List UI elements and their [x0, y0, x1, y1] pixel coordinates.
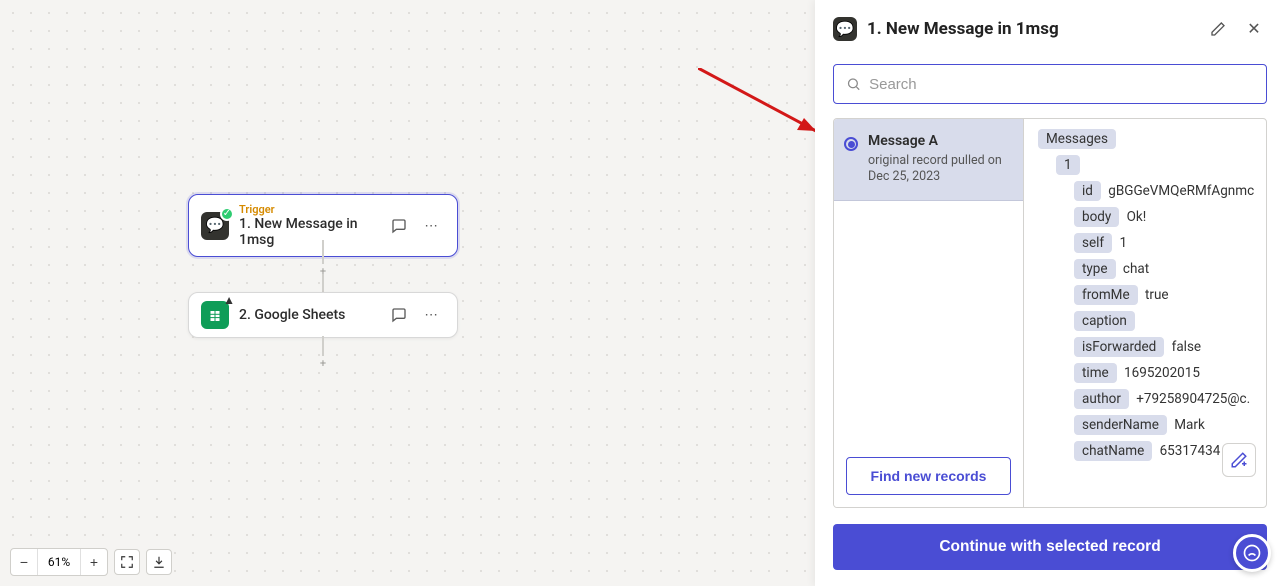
status-badge-ok: ✓: [220, 207, 234, 221]
data-value: 1: [1116, 235, 1127, 251]
step-details-panel: 💬 1. New Message in 1msg ✕ Message A ori…: [815, 0, 1285, 586]
help-fab[interactable]: [1233, 534, 1271, 572]
data-key: type: [1074, 259, 1116, 279]
node-text: 2. Google Sheets: [239, 307, 375, 323]
radio-selected-icon: [844, 137, 858, 151]
onemsg-icon: 💬 ✓: [201, 212, 229, 240]
search-input[interactable]: [869, 76, 1254, 93]
google-sheets-icon: ▲: [201, 301, 229, 329]
add-step-button[interactable]: +: [316, 356, 330, 370]
panel-header: 💬 1. New Message in 1msg ✕: [815, 0, 1285, 54]
connector-line: [322, 336, 324, 356]
data-value: 65317434: [1156, 443, 1220, 459]
node-title: 2. Google Sheets: [239, 307, 375, 323]
search-icon: [846, 76, 861, 92]
node-comment-button[interactable]: [385, 301, 413, 329]
search-container[interactable]: [833, 64, 1267, 104]
zoom-in-button[interactable]: +: [81, 549, 107, 575]
record-item[interactable]: Message A original record pulled on Dec …: [834, 119, 1023, 201]
workflow-node-sheets[interactable]: ▲ 2. Google Sheets ⋯: [188, 292, 458, 338]
node-trigger-label: Trigger: [239, 203, 375, 216]
records-list: Message A original record pulled on Dec …: [834, 119, 1024, 507]
data-key: fromMe: [1074, 285, 1138, 305]
data-key: isForwarded: [1074, 337, 1164, 357]
data-value: Ok!: [1123, 209, 1146, 225]
node-text: Trigger 1. New Message in 1msg: [239, 203, 375, 248]
node-title: 1. New Message in 1msg: [239, 216, 375, 248]
panel-title: 1. New Message in 1msg: [867, 19, 1195, 39]
continue-button[interactable]: Continue with selected record: [833, 524, 1267, 570]
record-subtitle: original record pulled on Dec 25, 2023: [868, 153, 1011, 186]
data-key: body: [1074, 207, 1119, 227]
data-key: id: [1074, 181, 1101, 201]
zoom-level-text: 61%: [37, 549, 81, 575]
download-button[interactable]: [146, 549, 172, 575]
onemsg-icon: 💬: [833, 17, 857, 41]
connector-line: [322, 274, 324, 294]
data-value: Mark: [1171, 417, 1205, 433]
status-badge-warning: ▲: [223, 293, 235, 307]
edit-button[interactable]: [1205, 16, 1231, 42]
data-key-root: Messages: [1038, 129, 1116, 149]
data-value: false: [1168, 339, 1201, 355]
data-value: +79258904725@c.: [1133, 391, 1250, 407]
data-key: author: [1074, 389, 1129, 409]
record-title: Message A: [868, 133, 1011, 149]
data-value: 1695202015: [1121, 365, 1200, 381]
connector-line: [322, 240, 324, 264]
data-key: time: [1074, 363, 1117, 383]
find-records-button[interactable]: Find new records: [846, 457, 1011, 495]
data-key: caption: [1074, 311, 1135, 331]
data-key: senderName: [1074, 415, 1167, 435]
data-value: gBGGeVMQeRMfAgnmc: [1105, 183, 1254, 199]
data-value: true: [1142, 287, 1169, 303]
zoom-out-button[interactable]: −: [11, 549, 37, 575]
node-menu-button[interactable]: ⋯: [417, 301, 445, 329]
data-key: chatName: [1074, 441, 1152, 461]
fit-view-button[interactable]: [114, 549, 140, 575]
zoom-controls: − 61% +: [10, 548, 172, 576]
data-key-index: 1: [1056, 155, 1080, 175]
edit-data-button[interactable]: [1222, 443, 1256, 477]
record-data-viewer[interactable]: Messages 1 id gBGGeVMQeRMfAgnmc body Ok! s…: [1024, 119, 1266, 507]
node-menu-button[interactable]: ⋯: [417, 212, 445, 240]
node-comment-button[interactable]: [385, 212, 413, 240]
close-button[interactable]: ✕: [1241, 16, 1267, 42]
data-key: self: [1074, 233, 1112, 253]
data-value: chat: [1120, 261, 1150, 277]
